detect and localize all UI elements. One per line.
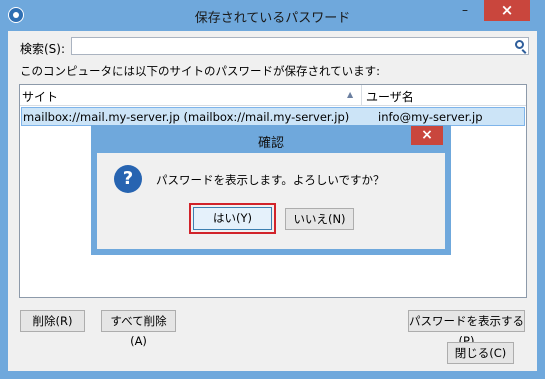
close-button[interactable]: 閉じる(C)	[447, 342, 514, 364]
column-header-site[interactable]: サイト	[22, 88, 58, 105]
dialog-close-button[interactable]: ×	[411, 126, 443, 145]
search-label: 検索(S):	[20, 42, 66, 56]
site-cell: mailbox://mail.my-server.jp (mailbox://m…	[23, 110, 350, 124]
dialog-body: ? パスワードを表示します。よろしいですか？ はい(Y) いいえ(N)	[97, 153, 445, 249]
show-passwords-button[interactable]: パスワードを表示する(P)	[408, 310, 525, 348]
yes-button[interactable]: はい(Y)	[189, 203, 276, 234]
no-button[interactable]: いいえ(N)	[285, 208, 354, 230]
minimize-button[interactable]: –	[452, 0, 478, 21]
confirm-dialog: 確認 × ? パスワードを表示します。よろしいですか？ はい(Y) いいえ(N)	[91, 125, 451, 255]
delete-button[interactable]: 削除(R)	[20, 310, 85, 332]
search-icon[interactable]	[515, 40, 524, 49]
question-icon: ?	[114, 165, 142, 193]
column-divider[interactable]	[361, 85, 362, 105]
username-cell: info@my-server.jp	[378, 110, 483, 124]
dialog-title: 確認	[257, 136, 284, 151]
delete-all-button[interactable]: すべて削除(A)	[101, 310, 176, 348]
table-header: サイト ▲ ユーザ名	[20, 85, 526, 106]
dialog-message: パスワードを表示します。よろしいですか？	[156, 173, 385, 187]
saved-passwords-window: 保存されているパスワード – × 検索(S): このコンピュータには以下のサイト…	[0, 0, 545, 379]
close-window-button[interactable]: ×	[484, 0, 530, 21]
column-header-username[interactable]: ユーザ名	[366, 88, 414, 105]
table-row[interactable]: mailbox://mail.my-server.jp (mailbox://m…	[21, 107, 525, 126]
title-bar[interactable]: 保存されているパスワード – ×	[0, 0, 545, 31]
sort-ascending-icon: ▲	[347, 90, 354, 99]
search-input[interactable]	[71, 37, 529, 55]
info-text: このコンピュータには以下のサイトのパスワードが保存されています:	[20, 64, 381, 78]
